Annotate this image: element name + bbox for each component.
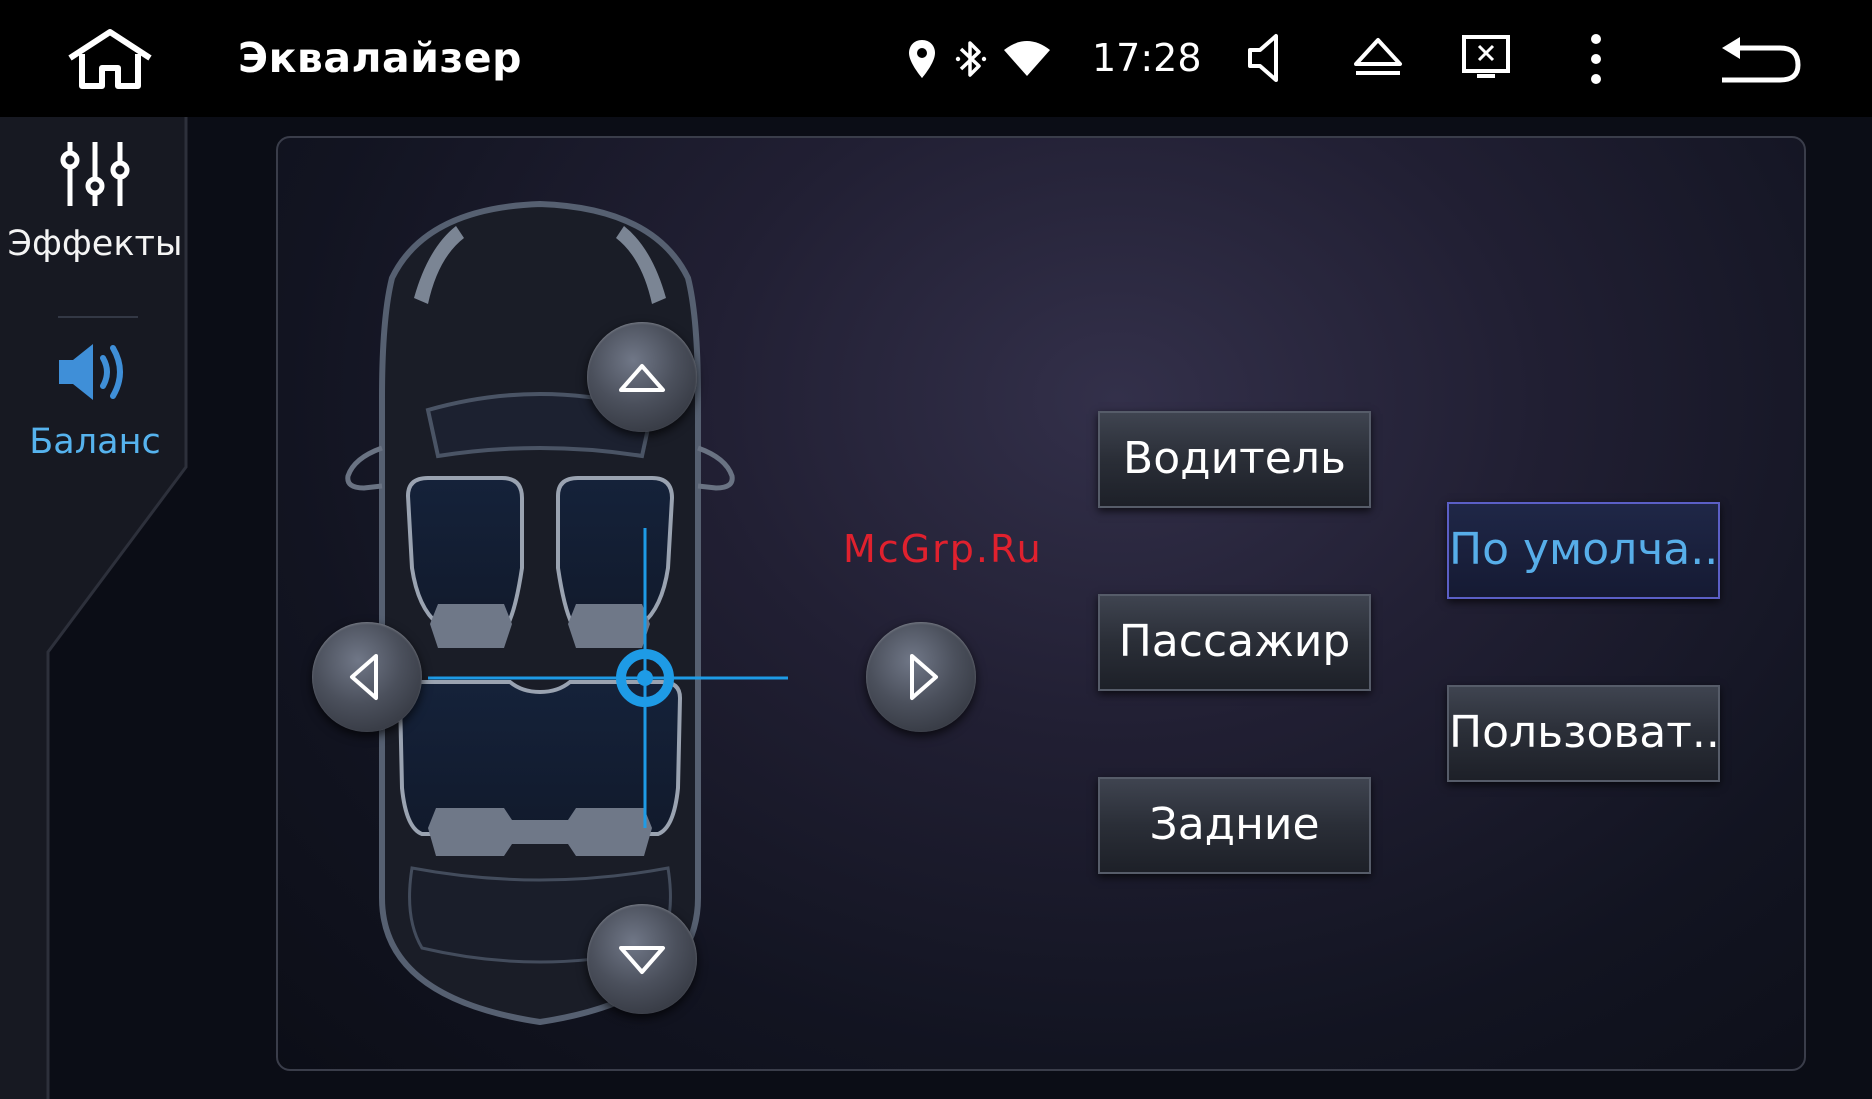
preset-driver-button[interactable]: Водитель — [1098, 411, 1371, 508]
balance-down-button[interactable] — [587, 904, 697, 1014]
sidebar-item-label: Баланс — [29, 422, 161, 462]
volume-icon[interactable] — [1246, 32, 1290, 84]
wifi-icon — [1004, 41, 1050, 76]
preset-rear-button[interactable]: Задние — [1098, 777, 1371, 874]
status-bar: Эквалайзер 17:28 — [0, 0, 1872, 117]
triangle-left-icon — [350, 654, 378, 700]
triangle-up-icon — [619, 364, 665, 392]
sidebar-background — [0, 117, 188, 1099]
triangle-right-icon — [910, 654, 938, 700]
location-icon — [909, 40, 935, 78]
back-icon[interactable] — [1718, 34, 1804, 86]
balance-panel: Водитель Пассажир Задние По умолча... По… — [276, 136, 1806, 1071]
sidebar-item-effects[interactable]: Эффекты — [0, 136, 190, 264]
home-icon[interactable] — [64, 28, 156, 90]
screen-off-icon[interactable] — [1461, 34, 1511, 80]
preset-passenger-button[interactable]: Пассажир — [1098, 594, 1371, 691]
balance-right-button[interactable] — [866, 622, 976, 732]
sidebar-divider — [58, 316, 138, 318]
clock: 17:28 — [1092, 36, 1202, 80]
eject-icon[interactable] — [1352, 34, 1404, 80]
bluetooth-icon — [955, 41, 987, 77]
speaker-icon — [59, 344, 123, 400]
sidebar-item-label: Эффекты — [7, 224, 183, 264]
sidebar-item-balance[interactable]: Баланс — [0, 334, 190, 462]
preset-default-button[interactable]: По умолча... — [1447, 502, 1720, 599]
page-title: Эквалайзер — [238, 34, 522, 82]
preset-custom-button[interactable]: Пользоват... — [1447, 685, 1720, 782]
balance-left-button[interactable] — [312, 622, 422, 732]
triangle-down-icon — [619, 946, 665, 974]
balance-up-button[interactable] — [587, 322, 697, 432]
more-menu-icon[interactable] — [1586, 32, 1606, 86]
sliders-icon — [60, 142, 130, 206]
watermark-text: McGrp.Ru — [843, 527, 1043, 571]
